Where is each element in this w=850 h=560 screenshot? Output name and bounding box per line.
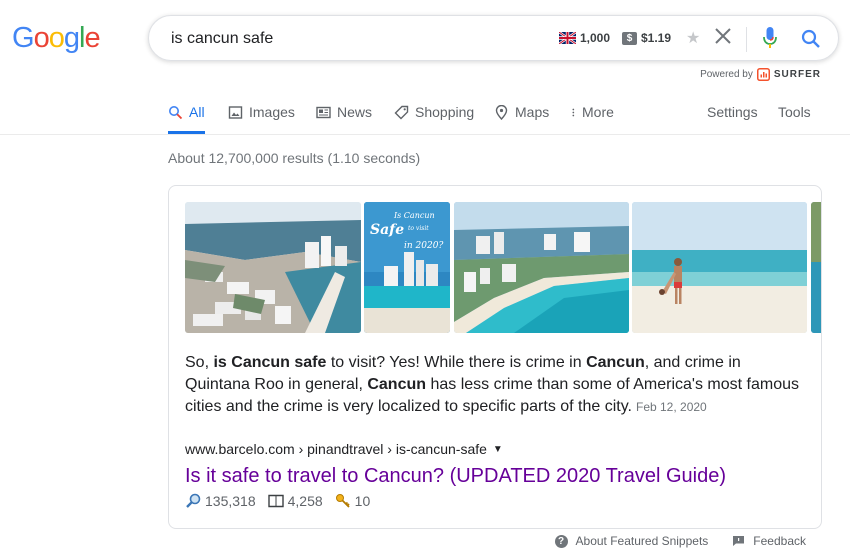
result-title-link[interactable]: Is it safe to travel to Cancun? (UPDATED… [185, 465, 726, 488]
search-icon[interactable] [800, 28, 822, 50]
volume-value: 1,000 [580, 31, 611, 45]
snippet-footer: ? About Featured Snippets Feedback [554, 534, 806, 548]
help-icon: ? [554, 534, 568, 548]
searchbox-divider [746, 27, 747, 52]
featured-snippet-card: Is Cancun Safe to visit in 2020? So, is … [168, 185, 822, 529]
result-metrics: 135,318 4,258 10 [185, 493, 370, 509]
highlight: Cancun [586, 354, 645, 371]
snippet-image[interactable]: Is Cancun Safe to visit in 2020? [364, 202, 450, 333]
tab-label: Shopping [415, 104, 475, 120]
tab-label: Maps [515, 104, 550, 120]
breadcrumb-text: www.barcelo.com › pinandtravel › is-canc… [185, 441, 487, 457]
settings-label: Settings [707, 104, 758, 120]
tab-label: All [189, 104, 205, 120]
snippet-image[interactable] [454, 202, 629, 333]
image-carousel: Is Cancun Safe to visit in 2020? [185, 202, 822, 335]
magnifier-icon [186, 493, 201, 508]
snippet-date: Feb 12, 2020 [636, 400, 707, 414]
snippet-text: So, is Cancun safe to visit? Yes! While … [185, 354, 799, 415]
result-stats: About 12,700,000 results (1.10 seconds) [168, 150, 421, 166]
highlight: is Cancun safe [213, 354, 327, 371]
settings-link[interactable]: Settings [707, 100, 758, 134]
snippet-image[interactable] [185, 202, 361, 333]
close-icon[interactable] [712, 25, 734, 47]
tab-label: News [337, 104, 373, 120]
tab-label: More [582, 104, 614, 120]
image-icon [228, 106, 243, 119]
surfer-logo-icon [756, 68, 770, 81]
snippet-image[interactable] [811, 202, 822, 333]
powered-by-label: Powered by [700, 69, 753, 80]
tab-maps[interactable]: Maps [494, 100, 549, 134]
microphone-icon[interactable] [762, 26, 778, 50]
tab-shopping[interactable]: Shopping [394, 100, 474, 134]
image-overlay-text: in 2020? [404, 241, 443, 251]
newspaper-icon [316, 106, 331, 119]
tools-link[interactable]: Tools [778, 100, 811, 134]
feedback-link[interactable]: Feedback [732, 534, 806, 548]
map-pin-icon [495, 105, 508, 120]
keywords-metric: 10 [335, 493, 370, 509]
feedback-icon [733, 536, 745, 546]
snippet-image[interactable] [632, 202, 807, 333]
image-overlay-text: Safe [370, 222, 404, 238]
search-input[interactable]: is cancun safe [171, 30, 273, 48]
book-icon [267, 494, 284, 508]
search-icon [169, 106, 183, 120]
tab-images[interactable]: Images [228, 100, 295, 134]
image-overlay-text: Is Cancun [393, 211, 435, 220]
cpc-value: $1.19 [641, 31, 672, 45]
tag-icon [394, 105, 409, 120]
about-featured-snippets[interactable]: ? About Featured Snippets [554, 534, 708, 548]
search-box[interactable]: is cancun safe 1,000 $ $1.19 ★ [148, 15, 839, 61]
surfer-brand: SURFER [773, 69, 821, 80]
tabs-divider [0, 134, 850, 135]
search-cpc: $ $1.19 [622, 31, 671, 45]
highlight: Cancun [367, 376, 427, 393]
powered-by-surfer[interactable]: Powered by SURFER [700, 68, 821, 81]
more-vert-icon [572, 108, 575, 117]
result-breadcrumb[interactable]: www.barcelo.com › pinandtravel › is-canc… [185, 441, 503, 457]
tab-all[interactable]: All [168, 100, 205, 134]
star-icon[interactable]: ★ [686, 28, 700, 48]
backlinks-metric: 135,318 [185, 493, 256, 509]
key-icon [335, 494, 350, 508]
words-metric: 4,258 [267, 493, 323, 509]
google-logo[interactable]: Google [12, 22, 101, 55]
caret-down-icon[interactable]: ▼ [493, 444, 503, 455]
search-volume: 1,000 [559, 31, 610, 45]
tab-label: Images [249, 104, 295, 120]
tools-label: Tools [778, 104, 811, 120]
tab-more[interactable]: More [570, 100, 614, 134]
uk-flag-icon [559, 32, 576, 44]
tab-news[interactable]: News [316, 100, 372, 134]
image-overlay-text: to visit [408, 225, 429, 232]
dollar-icon: $ [622, 31, 637, 45]
